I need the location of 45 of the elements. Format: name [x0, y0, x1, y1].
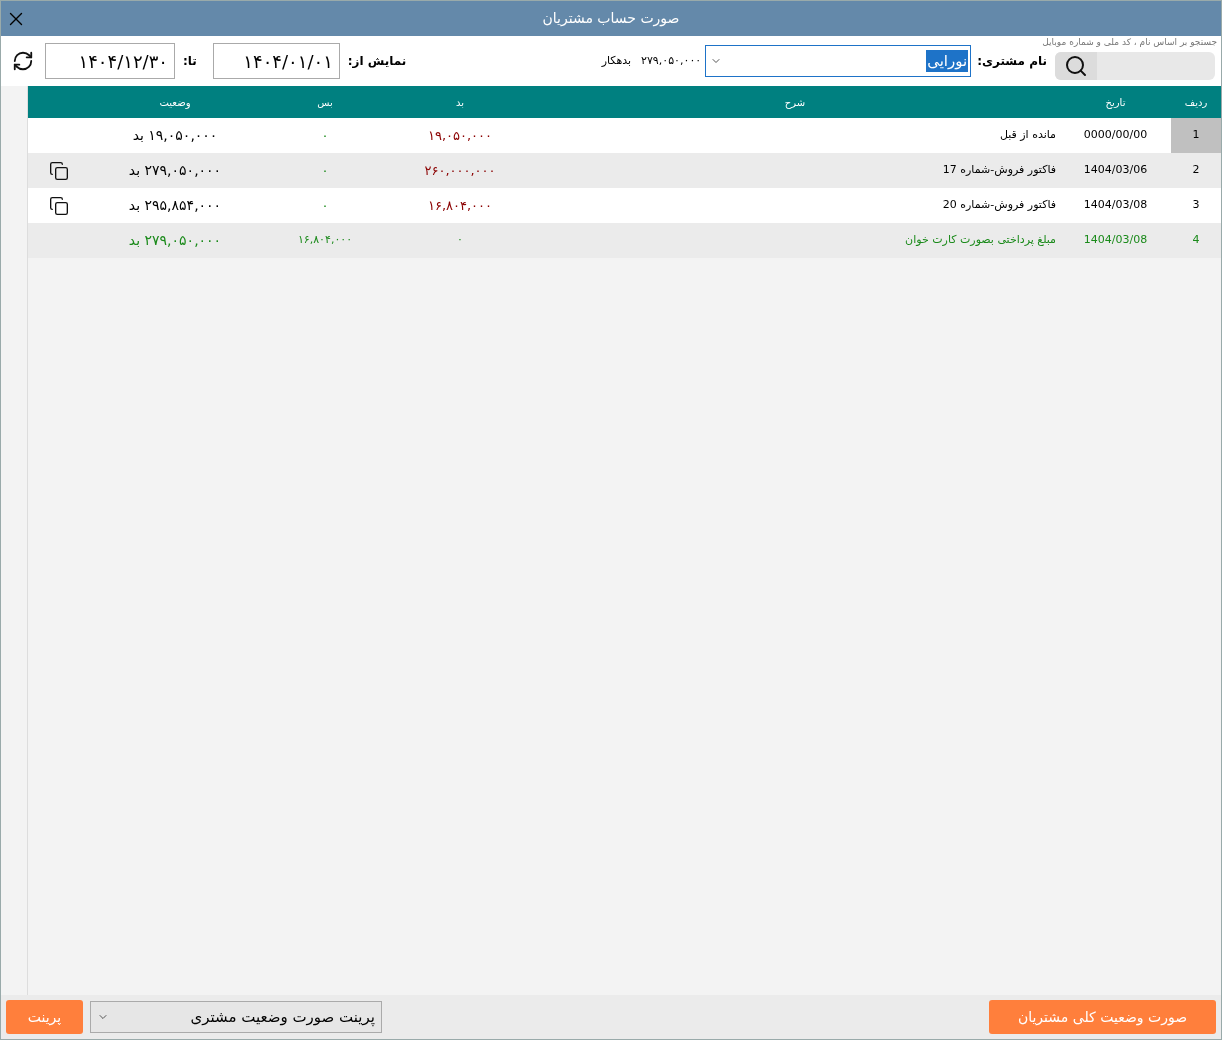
table-cell-text: ۲۷۹,۰۵۰,۰۰۰ بد — [127, 231, 223, 250]
table-cell-text: ۰ — [320, 126, 330, 145]
table-cell-text: ۲۷۹,۰۵۰,۰۰۰ بد — [127, 161, 223, 180]
table-cell-text: ۱۶,۸۰۴,۰۰۰ — [426, 196, 494, 215]
balance-amount: ۲۷۹,۰۵۰,۰۰۰ — [641, 52, 702, 69]
to-date-field[interactable]: ۱۴۰۴/۱۲/۳۰ — [45, 43, 175, 79]
table-cell-text: 3 — [1191, 197, 1201, 214]
search-icon[interactable] — [1055, 52, 1097, 80]
table-cell-text: 1404/03/08 — [1082, 197, 1149, 214]
table-cell-text: ۰ — [320, 161, 330, 180]
to-label: تا: — [183, 53, 197, 70]
customer-label: نام مشتری: — [977, 53, 1047, 70]
table-cell-text: ۲۹۵,۸۵۴,۰۰۰ بد — [127, 196, 223, 215]
from-label: نمایش از: — [347, 53, 407, 70]
customer-dropdown[interactable]: نورایی — [705, 45, 972, 77]
window-title: صورت حساب مشتریان — [542, 9, 680, 29]
table-cell-text: 1404/03/06 — [1082, 162, 1149, 179]
table-cell-text: فاکتور فروش-شماره 17 — [941, 162, 1057, 179]
column-header: بس — [317, 95, 333, 110]
column-header: ردیف — [1184, 95, 1208, 110]
balance-status: بدهکار — [601, 52, 632, 69]
table-cell-text: فاکتور فروش-شماره 20 — [941, 197, 1057, 214]
column-header: وضعیت — [159, 95, 191, 110]
table-cell-text: 1404/03/08 — [1082, 232, 1149, 249]
table-cell-text: مانده از قبل — [998, 127, 1057, 144]
table-cell-text: 0000/00/00 — [1082, 127, 1149, 144]
report-dropdown[interactable]: پرینت صورت وضعیت مشتری — [90, 1001, 382, 1033]
documents-icon[interactable] — [49, 160, 69, 181]
table-cell-text: مبلغ پرداختی بصورت کارت خوان — [904, 232, 1057, 249]
table-cell-text: ۰ — [320, 196, 330, 215]
table-cell-text: ۲۶۰,۰۰۰,۰۰۰ — [423, 161, 497, 180]
table-cell-text: ۱۹,۰۵۰,۰۰۰ — [426, 126, 494, 145]
table-cell-text: 2 — [1191, 162, 1201, 179]
search-box[interactable] — [1055, 52, 1215, 80]
table-cell-text: 4 — [1191, 232, 1201, 249]
table-cell-text: ۱۹,۰۵۰,۰۰۰ بد — [131, 126, 219, 145]
column-header: تاریخ — [1105, 95, 1126, 110]
search-hint: جستجو بر اساس نام ، کد ملی و شماره موبایل — [1042, 36, 1217, 49]
from-date-field[interactable]: ۱۴۰۴/۰۱/۰۱ — [212, 43, 340, 79]
table-cell-text: ۰ — [456, 232, 464, 249]
table-cell-text: ۱۶,۸۰۴,۰۰۰ — [296, 232, 354, 249]
table-cell: 1 — [1171, 118, 1221, 153]
documents-icon[interactable] — [49, 195, 69, 216]
column-header: بد — [456, 95, 465, 110]
column-header: شرح — [784, 95, 806, 110]
